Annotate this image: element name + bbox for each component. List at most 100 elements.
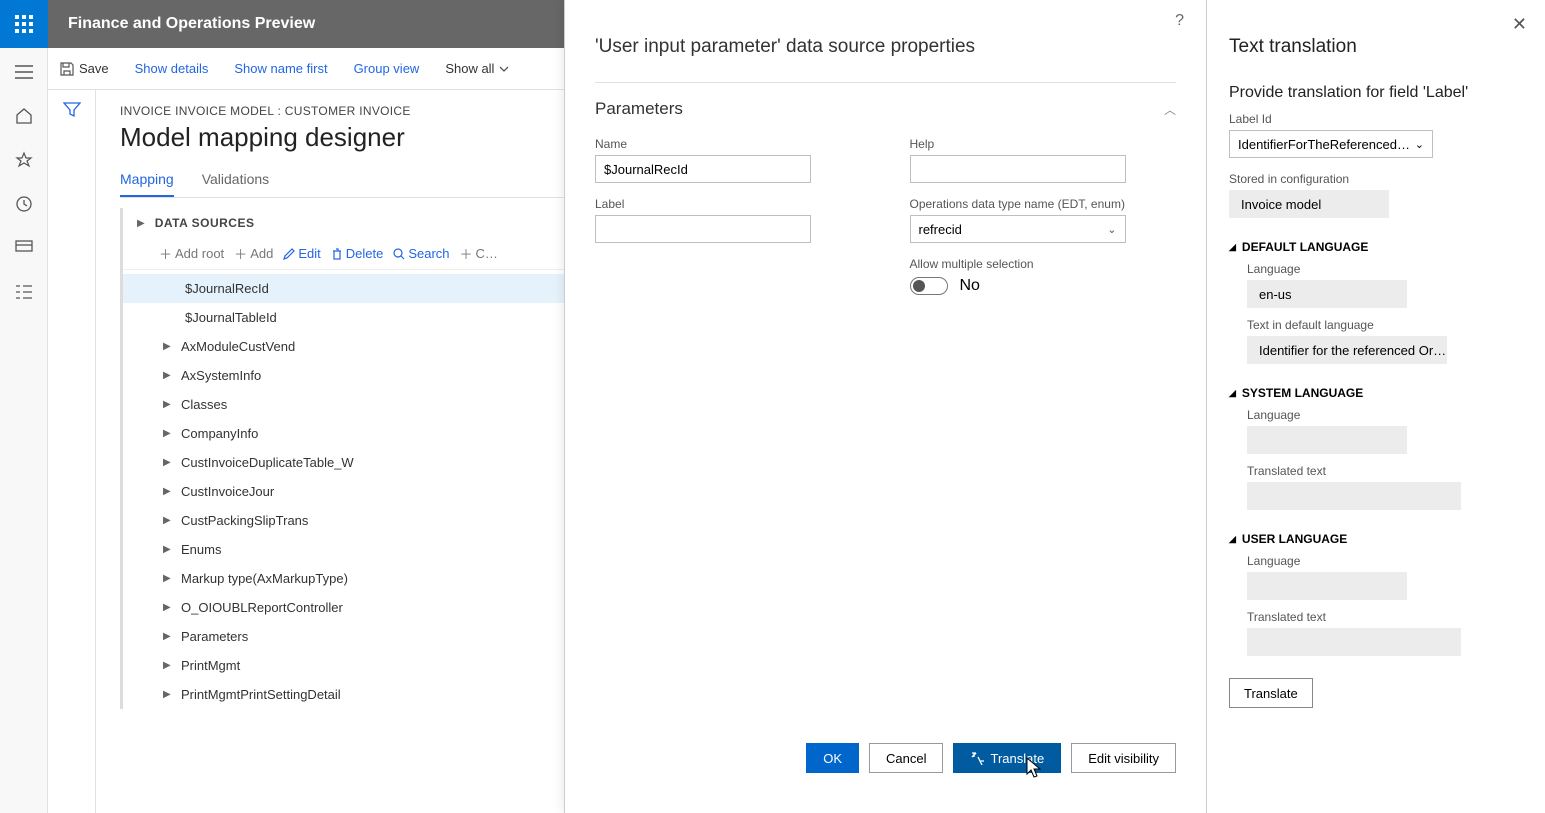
tree-item[interactable]: ▶CompanyInfo bbox=[123, 419, 564, 448]
waffle-icon bbox=[15, 15, 33, 33]
tree-item[interactable]: ▶AxModuleCustVend bbox=[123, 332, 564, 361]
data-sources-header[interactable]: ▶ DATA SOURCES bbox=[123, 208, 564, 238]
tab-validations[interactable]: Validations bbox=[202, 171, 269, 197]
field-allow-multiple: Allow multiple selection No bbox=[910, 257, 1177, 295]
show-all-button[interactable]: Show all bbox=[445, 61, 509, 76]
expand-icon[interactable]: ▶ bbox=[163, 660, 171, 671]
tree-item[interactable]: ▶Enums bbox=[123, 535, 564, 564]
translate-action-button[interactable]: Translate bbox=[1229, 678, 1313, 708]
tree-item[interactable]: ▶PrintMgmtPrintSettingDetail bbox=[123, 680, 564, 709]
section-system-language: ◢ SYSTEM LANGUAGE Language Translated te… bbox=[1229, 386, 1523, 510]
search-icon bbox=[393, 248, 405, 260]
tree-item[interactable]: $JournalRecId bbox=[123, 274, 564, 303]
edt-select[interactable]: refrecid ⌄ bbox=[910, 215, 1126, 243]
translate-button[interactable]: Translate bbox=[953, 743, 1061, 773]
tree-item-label: Parameters bbox=[181, 629, 248, 644]
star-icon[interactable] bbox=[14, 150, 34, 170]
edit-visibility-button[interactable]: Edit visibility bbox=[1071, 743, 1176, 773]
user-language-label: Language bbox=[1247, 554, 1523, 568]
pencil-icon bbox=[283, 248, 295, 260]
expand-icon[interactable]: ▶ bbox=[163, 370, 171, 381]
expand-icon[interactable]: ▶ bbox=[163, 486, 171, 497]
tree-item-label: $JournalTableId bbox=[185, 310, 277, 325]
hamburger-icon[interactable] bbox=[14, 62, 34, 82]
label-id-select[interactable]: IdentifierForTheReferencedOr… ⌄ bbox=[1229, 130, 1433, 158]
label-input[interactable] bbox=[595, 215, 811, 243]
tree-item[interactable]: ▶ PrintMgmt bbox=[123, 651, 564, 680]
left-nav-rail bbox=[0, 48, 48, 813]
user-text-label: Translated text bbox=[1247, 610, 1523, 624]
search-button[interactable]: Search bbox=[393, 246, 449, 261]
group-view-button[interactable]: Group view bbox=[354, 61, 420, 76]
panel-title: 'User input parameter' data source prope… bbox=[565, 0, 1206, 58]
tree-item[interactable]: ▶CustPackingSlipTrans bbox=[123, 506, 564, 535]
default-text-value: Identifier for the referenced Or… bbox=[1247, 336, 1447, 364]
more-button[interactable]: ＋C… bbox=[460, 244, 498, 263]
tree-item[interactable]: ▶ Parameters bbox=[123, 622, 564, 651]
tree-item-label: PrintMgmt bbox=[181, 658, 240, 673]
close-icon[interactable]: ✕ bbox=[1512, 14, 1527, 35]
delete-button[interactable]: Delete bbox=[331, 246, 384, 261]
parameters-section-head[interactable]: Parameters ︿ bbox=[565, 83, 1206, 119]
expand-icon[interactable]: ▶ bbox=[163, 399, 171, 410]
tree-item[interactable]: ▶ AxSystemInfo bbox=[123, 361, 564, 390]
section-default-language: ◢ DEFAULT LANGUAGE Language en-us Text i… bbox=[1229, 240, 1523, 364]
edt-label: Operations data type name (EDT, enum) bbox=[910, 197, 1177, 211]
default-text-label: Text in default language bbox=[1247, 318, 1523, 332]
expand-icon[interactable]: ▶ bbox=[163, 573, 171, 584]
translation-panel: ✕ Text translation Provide translation f… bbox=[1206, 0, 1545, 813]
help-icon[interactable]: ? bbox=[1175, 12, 1184, 30]
system-language-head[interactable]: ◢ SYSTEM LANGUAGE bbox=[1229, 386, 1523, 400]
app-launcher-button[interactable] bbox=[0, 0, 48, 48]
properties-panel: ? 'User input parameter' data source pro… bbox=[564, 0, 1206, 813]
tree-item[interactable]: ▶CustInvoiceDuplicateTable_W bbox=[123, 448, 564, 477]
triangle-down-icon: ◢ bbox=[1229, 242, 1236, 253]
show-details-button[interactable]: Show details bbox=[135, 61, 209, 76]
modules-icon[interactable] bbox=[14, 282, 34, 302]
data-sources-panel: ▶ DATA SOURCES ＋Add root ＋Add Edit Delet… bbox=[120, 208, 564, 709]
expand-icon[interactable]: ▶ bbox=[163, 457, 171, 468]
tab-mapping[interactable]: Mapping bbox=[120, 171, 174, 197]
translate-icon bbox=[970, 751, 984, 765]
cancel-button[interactable]: Cancel bbox=[869, 743, 943, 773]
clock-icon[interactable] bbox=[14, 194, 34, 214]
expand-icon[interactable]: ▶ bbox=[163, 544, 171, 555]
tree-item[interactable]: ▶Classes bbox=[123, 390, 564, 419]
expand-icon[interactable]: ▶ bbox=[163, 689, 171, 700]
show-name-first-button[interactable]: Show name first bbox=[234, 61, 327, 76]
expand-icon[interactable]: ▶ bbox=[163, 515, 171, 526]
tree-item-label: AxSystemInfo bbox=[181, 368, 261, 383]
tree-item-label: O_OIOUBLReportController bbox=[181, 600, 343, 615]
home-icon[interactable] bbox=[14, 106, 34, 126]
multi-toggle[interactable] bbox=[910, 277, 948, 295]
parameters-form: Name Help Label Operations data type nam… bbox=[565, 119, 1206, 295]
data-sources-title: DATA SOURCES bbox=[155, 216, 255, 230]
triangle-down-icon: ◢ bbox=[1229, 534, 1236, 545]
ok-button[interactable]: OK bbox=[806, 743, 859, 773]
add-root-button[interactable]: ＋Add root bbox=[159, 244, 224, 263]
user-language-head[interactable]: ◢ USER LANGUAGE bbox=[1229, 532, 1523, 546]
tree-item[interactable]: ▶CustInvoiceJour bbox=[123, 477, 564, 506]
expand-icon[interactable]: ▶ bbox=[163, 602, 171, 613]
edit-button[interactable]: Edit bbox=[283, 246, 320, 261]
name-input[interactable] bbox=[595, 155, 811, 183]
expand-icon[interactable]: ▶ bbox=[163, 631, 171, 642]
filter-icon[interactable] bbox=[63, 102, 81, 813]
label-id-value: IdentifierForTheReferencedOr… bbox=[1238, 137, 1415, 152]
chevron-right-icon: ▶ bbox=[137, 218, 145, 229]
system-text-value bbox=[1247, 482, 1461, 510]
system-language-value bbox=[1247, 426, 1407, 454]
field-label: Label bbox=[595, 197, 862, 243]
add-button[interactable]: ＋Add bbox=[234, 244, 273, 263]
tree-item[interactable]: ▶Markup type(AxMarkupType) bbox=[123, 564, 564, 593]
trash-icon bbox=[331, 248, 343, 260]
default-language-head[interactable]: ◢ DEFAULT LANGUAGE bbox=[1229, 240, 1523, 254]
tree-item[interactable]: $JournalTableId bbox=[123, 303, 564, 332]
expand-icon[interactable]: ▶ bbox=[163, 341, 171, 352]
expand-icon[interactable]: ▶ bbox=[163, 428, 171, 439]
tree-item[interactable]: ▶ O_OIOUBLReportController bbox=[123, 593, 564, 622]
save-button[interactable]: Save bbox=[60, 61, 109, 76]
save-label: Save bbox=[79, 61, 109, 76]
workspace-icon[interactable] bbox=[14, 238, 34, 258]
help-input[interactable] bbox=[910, 155, 1126, 183]
